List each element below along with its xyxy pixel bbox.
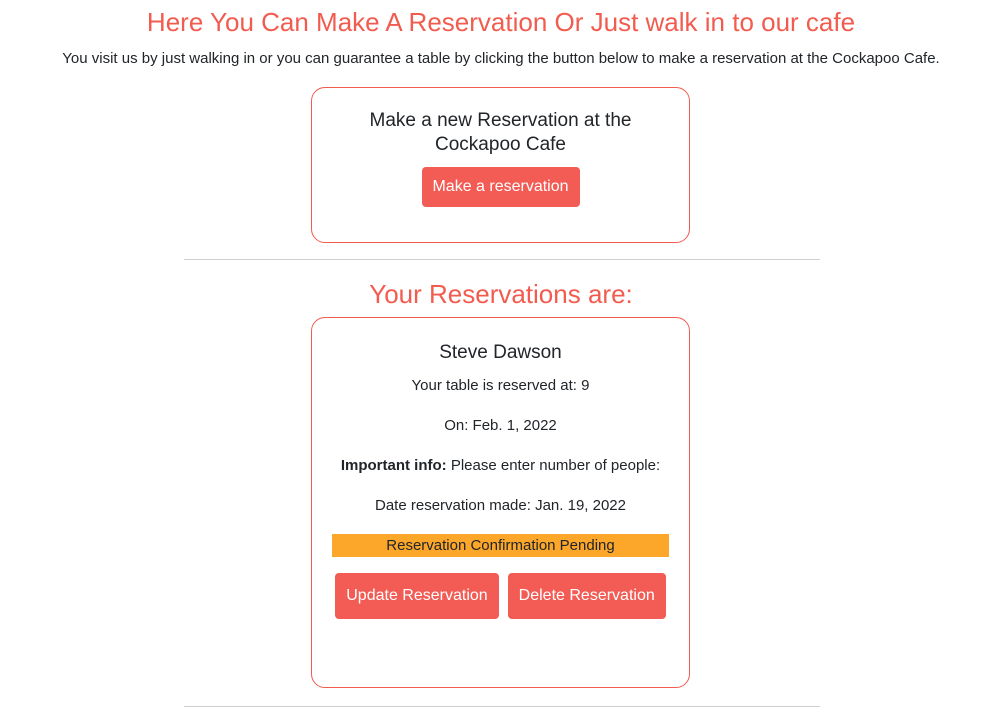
reservation-card: Steve Dawson Your table is reserved at: … — [311, 317, 690, 688]
important-info-text: Please enter number of people: — [446, 457, 661, 474]
make-reservation-button[interactable]: Make a reservation — [421, 167, 580, 207]
reservation-date: On: Feb. 1, 2022 — [444, 417, 557, 434]
divider — [184, 259, 820, 260]
reservation-actions: Update Reservation Delete Reservation — [312, 573, 689, 619]
page-title: Here You Can Make A Reservation Or Just … — [146, 7, 856, 37]
page: Here You Can Make A Reservation Or Just … — [0, 0, 1002, 728]
reservation-table: Your table is reserved at: 9 — [411, 377, 590, 394]
new-reservation-heading: Make a new Reservation at the Cockapoo C… — [369, 110, 632, 155]
reservation-important-info: Important info: Please enter number of p… — [341, 454, 661, 478]
divider — [184, 706, 820, 707]
status-badge: Reservation Confirmation Pending — [332, 534, 669, 557]
delete-reservation-button[interactable]: Delete Reservation — [507, 573, 666, 619]
reservation-name: Steve Dawson — [439, 342, 562, 363]
new-reservation-card: Make a new Reservation at the Cockapoo C… — [311, 87, 690, 243]
reservation-made-date: Date reservation made: Jan. 19, 2022 — [375, 497, 626, 514]
important-info-label: Important info: — [340, 457, 447, 474]
reservations-title: Your Reservations are: — [369, 279, 633, 309]
intro-text: You visit us by just walking in or you c… — [62, 50, 940, 67]
update-reservation-button[interactable]: Update Reservation — [335, 573, 499, 619]
